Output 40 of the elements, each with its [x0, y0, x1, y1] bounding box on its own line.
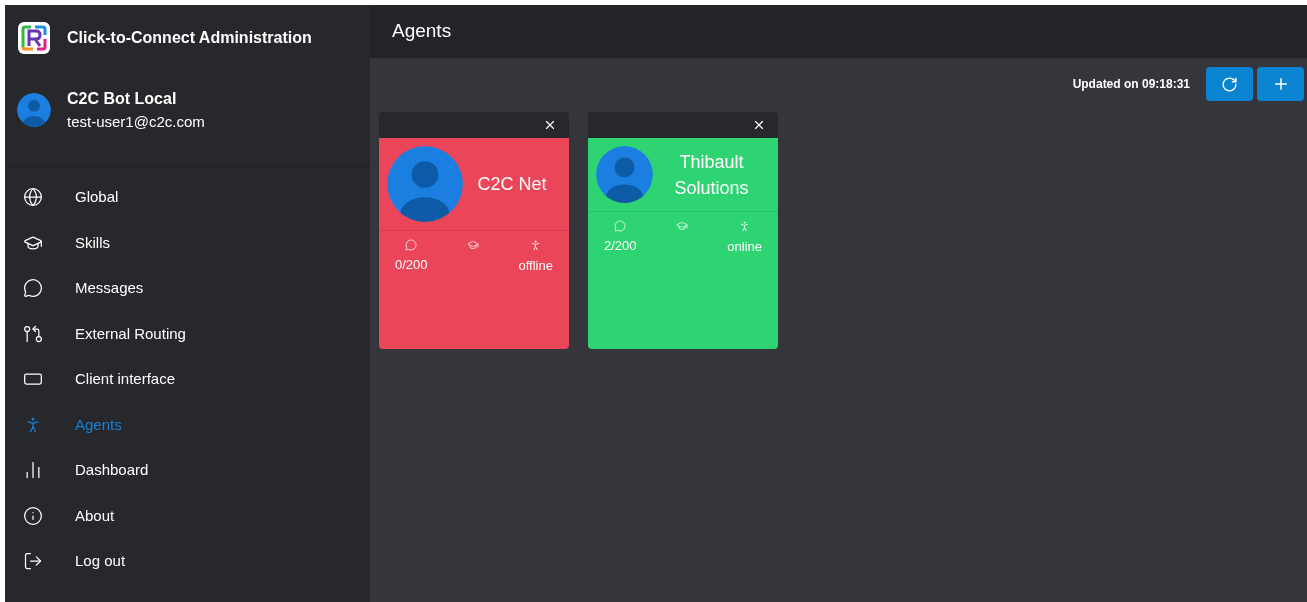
- agent-status: offline: [518, 257, 553, 275]
- refresh-button[interactable]: [1206, 67, 1253, 101]
- info-icon: [23, 505, 43, 526]
- nav-item[interactable]: External Routing: [5, 311, 370, 357]
- graduation-cap-icon: [467, 239, 480, 251]
- nav-item[interactable]: Agents: [5, 402, 370, 448]
- page-title: Agents: [392, 19, 452, 44]
- app-title: Click-to-Connect Administration: [67, 28, 312, 48]
- nav-item[interactable]: About: [5, 493, 370, 539]
- close-icon: [543, 118, 557, 132]
- log-out-icon: [23, 551, 43, 572]
- agent-name: C2C Net: [476, 173, 548, 196]
- avatar-icon: [387, 146, 463, 222]
- avatar-icon: [17, 93, 51, 128]
- nav-item[interactable]: Skills: [5, 220, 370, 266]
- close-icon: [752, 118, 766, 132]
- close-button[interactable]: [752, 118, 766, 132]
- nav-item[interactable]: Log out: [5, 538, 370, 584]
- nav-item[interactable]: Global: [5, 174, 370, 220]
- close-button[interactable]: [543, 118, 557, 132]
- globe-icon: [23, 187, 43, 208]
- graduation-cap-icon: [675, 220, 688, 232]
- conversation-count: 2/200: [604, 237, 637, 255]
- routing-icon: [23, 323, 43, 344]
- speech-bubble-icon: [405, 239, 418, 251]
- nav-item[interactable]: Messages: [5, 265, 370, 311]
- updated-time: Updated on 09:18:31: [1072, 76, 1190, 93]
- user-email: test-user1@c2c.com: [67, 112, 205, 132]
- add-button[interactable]: [1257, 67, 1304, 101]
- agent-status: online: [727, 238, 762, 256]
- agent-name: Thibault Solutions: [673, 150, 750, 200]
- logo-icon: [17, 21, 51, 55]
- speech-bubble-icon: [23, 278, 43, 299]
- refresh-icon: [1221, 75, 1238, 93]
- speech-bubble-icon: [614, 220, 627, 232]
- avatar-icon: [596, 146, 653, 203]
- user-name: C2C Bot Local: [67, 89, 178, 109]
- conversation-count: 0/200: [395, 256, 428, 274]
- nav-item[interactable]: Client interface: [5, 356, 370, 402]
- nav-item[interactable]: Dashboard: [5, 447, 370, 493]
